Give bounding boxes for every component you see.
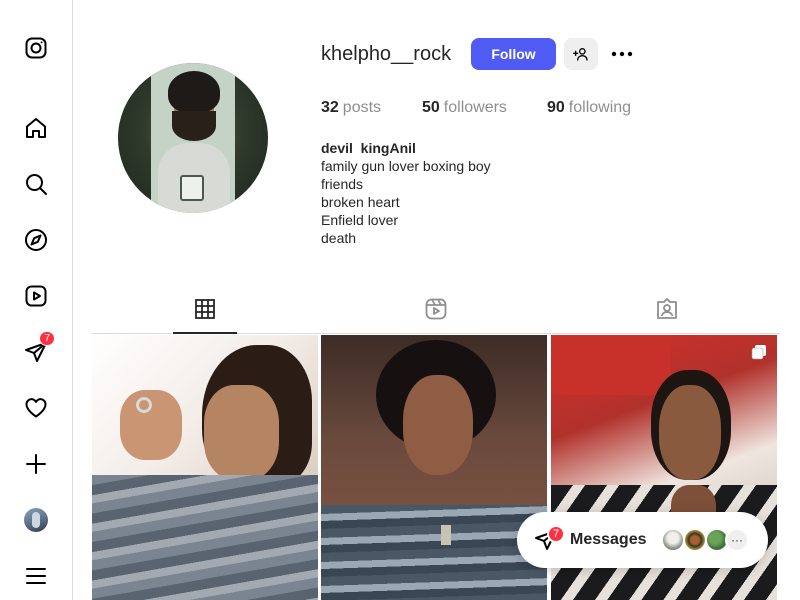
tab-reels[interactable] [404, 297, 468, 334]
profile-bio: devil ﻿ king﻿Anil family﻿﻿﻿ gun lover ﻿b… [321, 139, 491, 247]
follow-button[interactable]: Follow [471, 38, 556, 70]
bio-line: death [321, 230, 360, 246]
sidebar: 7 [0, 0, 73, 600]
bio-line: family﻿﻿﻿ gun lover ﻿boxing boy [321, 158, 491, 174]
avatar [683, 528, 707, 552]
create-icon[interactable] [22, 450, 50, 478]
followers-stat[interactable]: 50 followers [422, 99, 507, 117]
bio-name: devil ﻿ king﻿Anil [321, 140, 416, 156]
profile-username: khelpho__rock [321, 43, 452, 65]
avatar [24, 508, 48, 532]
messages-icon[interactable]: 7 [22, 331, 55, 366]
followers-count: 50 [422, 99, 440, 116]
more-options-icon[interactable] [608, 42, 636, 66]
bio-line: friends [321, 176, 364, 192]
reels-icon[interactable] [22, 282, 50, 310]
posts-stat: 32 posts [321, 99, 381, 117]
bio-line: broken heart [321, 194, 404, 210]
followers-label: followers [443, 99, 507, 116]
add-person-icon [573, 48, 588, 61]
tab-posts[interactable] [173, 297, 237, 334]
tagged-icon [657, 298, 677, 319]
more-contacts-icon: ··· [725, 528, 749, 552]
messages-widget[interactable]: 7 Messages ··· [517, 512, 768, 568]
home-icon[interactable] [22, 114, 50, 142]
instagram-logo-icon[interactable] [22, 34, 50, 62]
posts-count: 32 [321, 99, 339, 116]
grid-icon [195, 299, 215, 319]
profile-avatar[interactable] [22, 506, 50, 534]
messages-badge: 7 [39, 331, 55, 346]
avatar [661, 528, 685, 552]
bio-line: Enfield lover [321, 212, 399, 228]
tab-tagged[interactable] [635, 297, 699, 334]
messages-widget-label: Messages [570, 531, 647, 548]
suggested-accounts-button[interactable] [564, 38, 598, 70]
messages-widget-badge: 7 [547, 525, 565, 543]
search-icon[interactable] [22, 170, 50, 198]
profile-picture[interactable] [118, 63, 268, 213]
following-stat[interactable]: 90 following [547, 99, 631, 117]
reels-tab-icon [425, 298, 447, 320]
post-thumbnail[interactable] [92, 335, 318, 600]
explore-icon[interactable] [22, 226, 50, 254]
following-label: following [568, 99, 632, 116]
post-thumbnail[interactable] [321, 335, 547, 600]
following-count: 90 [547, 99, 565, 116]
heart-icon[interactable] [22, 394, 50, 422]
multiple-posts-icon [751, 345, 766, 360]
posts-label: posts [342, 99, 382, 116]
menu-icon[interactable] [22, 562, 50, 590]
